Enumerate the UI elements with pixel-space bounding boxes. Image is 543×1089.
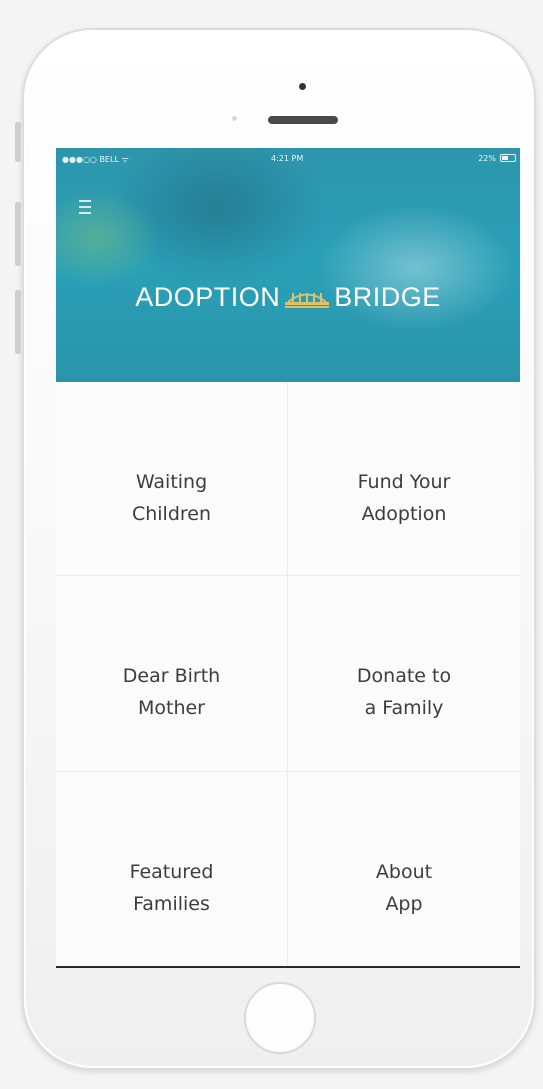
volume-up-button bbox=[15, 202, 21, 266]
tile-featured-families[interactable]: Featured Families bbox=[56, 772, 288, 966]
logo-text-bridge: BRIDGE bbox=[334, 282, 441, 312]
battery-percent: 22% bbox=[478, 154, 496, 163]
app-screen: ●●●○○ BELL ᯤ 4:21 PM 22% ADOPTION BRIDGE… bbox=[56, 148, 520, 968]
battery-icon bbox=[500, 154, 516, 162]
tile-dear-birth-mother[interactable]: Dear Birth Mother bbox=[56, 576, 288, 772]
volume-down-button bbox=[15, 290, 21, 354]
tile-about-app[interactable]: About App bbox=[288, 772, 520, 966]
menu-grid: Waiting Children Fund Your Adoption Dear B… bbox=[56, 382, 520, 966]
mute-switch bbox=[15, 122, 21, 162]
status-bar: ●●●○○ BELL ᯤ 4:21 PM 22% bbox=[56, 148, 520, 168]
tile-waiting-children[interactable]: Waiting Children bbox=[56, 382, 288, 576]
tile-label: Dear Birth Mother bbox=[122, 665, 221, 719]
app-logo: ADOPTION BRIDGE bbox=[56, 282, 520, 313]
bridge-icon bbox=[285, 292, 330, 308]
hamburger-icon[interactable] bbox=[76, 196, 94, 222]
home-button[interactable] bbox=[244, 982, 316, 1054]
tile-label: Donate to a Family bbox=[356, 665, 452, 719]
proximity-sensor bbox=[232, 116, 237, 121]
earpiece-speaker bbox=[268, 116, 338, 124]
header-banner: ●●●○○ BELL ᯤ 4:21 PM 22% ADOPTION BRIDGE bbox=[56, 148, 520, 382]
tile-label: Waiting Children bbox=[131, 471, 212, 525]
tile-label: Fund Your Adoption bbox=[357, 471, 451, 525]
logo-text-adoption: ADOPTION bbox=[135, 282, 281, 312]
status-time: 4:21 PM bbox=[271, 154, 304, 163]
tile-fund-your-adoption[interactable]: Fund Your Adoption bbox=[288, 382, 520, 576]
front-camera bbox=[299, 83, 306, 90]
carrier-signal: ●●●○○ BELL ᯤ bbox=[62, 155, 129, 164]
tile-label: About App bbox=[375, 861, 433, 915]
tile-label: Featured Families bbox=[129, 861, 214, 915]
tile-donate-to-a-family[interactable]: Donate to a Family bbox=[288, 576, 520, 772]
